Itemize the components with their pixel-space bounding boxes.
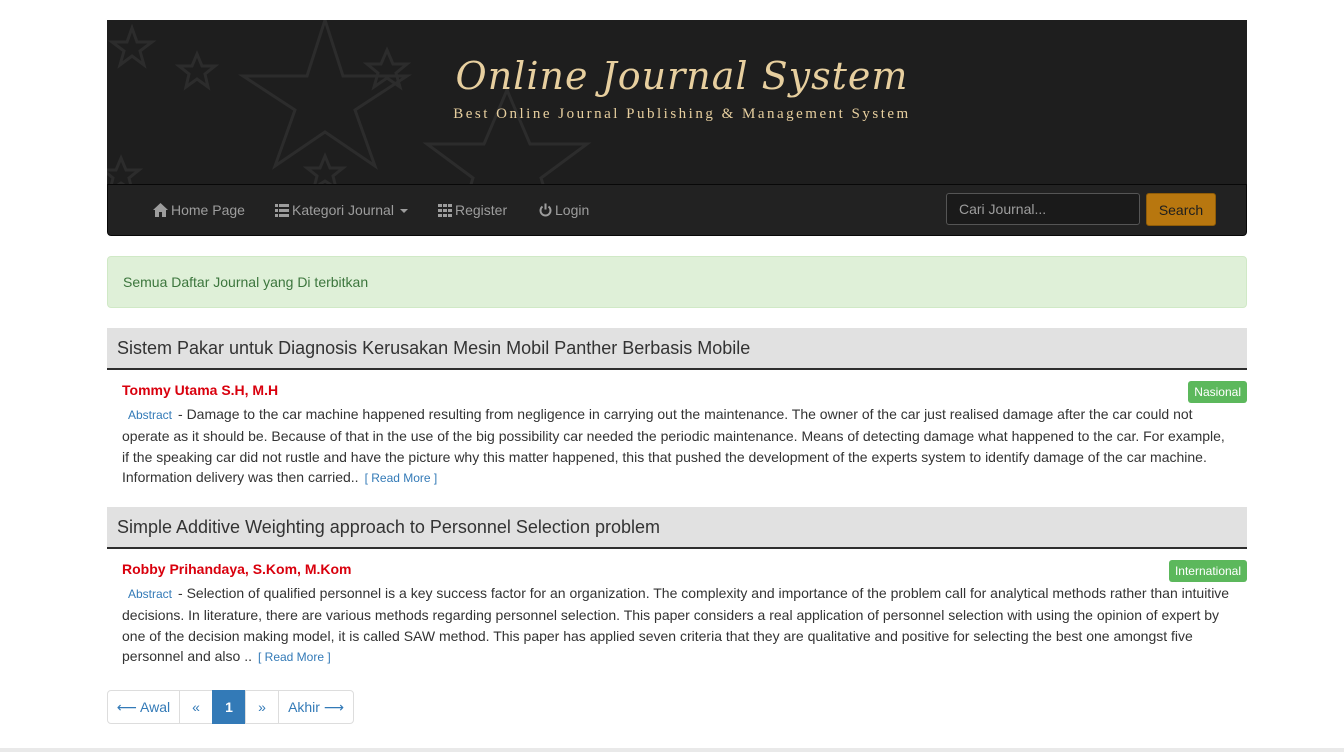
journal-article: Simple Additive Weighting approach to Pe… [107,507,1247,668]
article-author: Tommy Utama S.H, M.H [122,382,279,398]
page-current-button[interactable]: 1 [212,690,246,724]
read-more-link[interactable]: [ Read More ] [258,650,331,664]
home-icon [153,187,168,237]
pagination: ⟵ Awal « 1 » Akhir ⟶ [107,690,354,724]
article-abstract: Abstract - Selection of qualified personn… [122,583,1232,668]
article-title[interactable]: Sistem Pakar untuk Diagnosis Kerusakan M… [107,328,1247,370]
category-badge: International [1168,560,1247,582]
grid-icon [438,187,452,237]
article-abstract: Abstract - Damage to the car machine happ… [122,404,1232,489]
footer-divider [0,748,1344,752]
nav-login[interactable]: Login [539,185,589,235]
nav-kategori-label: Kategori Journal [292,202,394,218]
nav-login-label: Login [555,202,590,218]
list-icon [275,187,289,237]
header-banner: Online Journal System Best Online Journa… [107,20,1247,184]
journal-article: Sistem Pakar untuk Diagnosis Kerusakan M… [107,328,1247,489]
navbar: Home Page Kategori Journal Register Logi… [107,184,1247,236]
site-title: Online Journal System [455,54,909,98]
nav-home-page[interactable]: Home Page [153,185,245,235]
star-decoration-icon [107,20,592,184]
read-more-link[interactable]: [ Read More ] [365,471,438,485]
site-subtitle: Best Online Journal Publishing & Managem… [453,106,911,122]
alert-text: Semua Daftar Journal yang Di terbitkan [123,274,369,290]
article-author: Robby Prihandaya, S.Kom, M.Kom [122,561,352,577]
nav-register-label: Register [455,202,508,218]
nav-kategori-journal[interactable]: Kategori Journal [275,185,408,235]
page-last-button[interactable]: Akhir ⟶ [278,690,354,724]
abstract-label: Abstract [128,408,173,422]
search-input[interactable] [946,193,1140,225]
article-body: Robby Prihandaya, S.Kom, M.Kom Internati… [107,549,1247,668]
article-title[interactable]: Simple Additive Weighting approach to Pe… [107,507,1247,549]
page-next-button[interactable]: » [245,690,279,724]
search-button[interactable]: Search [1146,193,1216,226]
info-alert: Semua Daftar Journal yang Di terbitkan [107,256,1247,308]
page-first-button[interactable]: ⟵ Awal [107,690,180,724]
page-prev-button[interactable]: « [179,690,213,724]
caret-down-icon [399,209,408,213]
power-icon [539,187,552,237]
category-badge: Nasional [1188,381,1247,403]
nav-home-label: Home Page [171,202,245,218]
article-body: Tommy Utama S.H, M.H Nasional Abstract - … [107,370,1247,489]
abstract-label: Abstract [128,587,173,601]
abstract-text: - Damage to the car machine happened res… [122,406,1225,486]
nav-register[interactable]: Register [438,185,507,235]
